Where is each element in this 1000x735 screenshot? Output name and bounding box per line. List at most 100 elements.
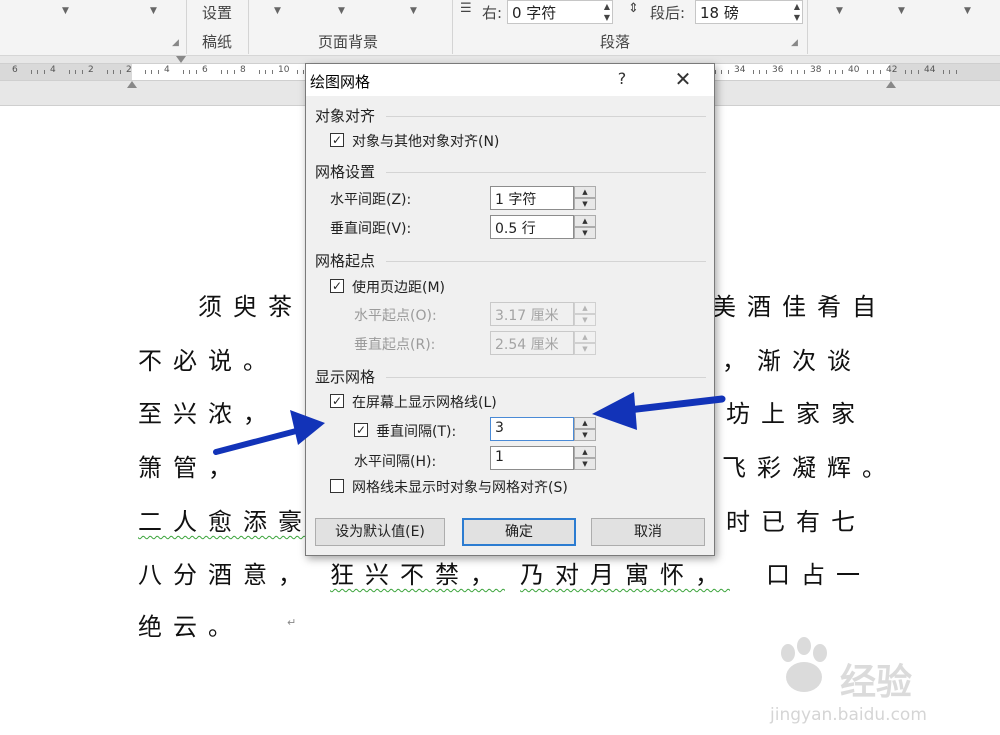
spin-up-icon[interactable]: ▲ bbox=[574, 331, 596, 343]
ruler-tick-mark bbox=[765, 70, 767, 74]
horizontal-origin-input[interactable]: 3.17 厘米 bbox=[490, 302, 574, 326]
dropdown-arrow-icon[interactable]: ▼ bbox=[150, 6, 157, 16]
ruler-tick-mark bbox=[144, 70, 146, 74]
spin-up-icon[interactable]: ▲ bbox=[574, 302, 596, 314]
ruler-tick-mark bbox=[119, 70, 121, 74]
dropdown-arrow-icon[interactable]: ▼ bbox=[62, 6, 69, 16]
spin-down-icon[interactable]: ▼ bbox=[574, 198, 596, 210]
ruler-tick-label: 4 bbox=[164, 65, 170, 75]
dropdown-arrow-icon[interactable]: ▼ bbox=[836, 6, 843, 16]
ruler-tick-mark bbox=[189, 70, 190, 74]
dropdown-arrow-icon[interactable]: ▼ bbox=[274, 6, 281, 16]
help-button[interactable]: ? bbox=[612, 69, 632, 88]
set-default-button[interactable]: 设为默认值(E) bbox=[315, 518, 445, 546]
horizontal-every-input[interactable]: 1 bbox=[490, 446, 574, 470]
show-gridlines-label: 在屏幕上显示网格线(L) bbox=[352, 395, 497, 411]
ribbon-separator bbox=[807, 0, 808, 54]
snap-when-hidden-checkbox[interactable] bbox=[330, 479, 344, 493]
vertical-every-input[interactable]: 3 bbox=[490, 417, 574, 441]
doc-line-2-right: ，渐次谈 bbox=[722, 347, 862, 375]
group-launcher-icon[interactable]: ◢ bbox=[172, 38, 179, 48]
snap-to-objects-checkbox[interactable]: ✓ bbox=[330, 133, 344, 147]
close-icon[interactable]: ✕ bbox=[672, 67, 694, 91]
vertical-spacing-label: 垂直间距(V): bbox=[330, 221, 412, 237]
indent-right-label: 右: bbox=[482, 4, 503, 22]
horizontal-origin-spinner[interactable]: ▲ ▼ bbox=[574, 302, 596, 326]
first-line-indent-marker-icon[interactable] bbox=[176, 56, 186, 63]
doc-line-5-left: 二人愈添豪 bbox=[138, 508, 313, 536]
spacing-after-field[interactable]: 18 磅 ▲ ▼ bbox=[695, 0, 803, 24]
ruler-tick-label: 6 bbox=[202, 65, 208, 75]
spin-down-icon[interactable]: ▼ bbox=[574, 429, 596, 441]
ruler-right-margin bbox=[890, 64, 1000, 80]
ruler-tick-label: 10 bbox=[278, 65, 290, 75]
ruler-tick-label: 2 bbox=[88, 65, 94, 75]
spin-buttons-icon[interactable]: ▲ ▼ bbox=[794, 1, 800, 23]
ruler-tick-mark bbox=[265, 70, 266, 74]
ribbon-separator bbox=[452, 0, 453, 54]
paw-logo-icon bbox=[781, 637, 827, 692]
vertical-origin-label: 垂直起点(R): bbox=[354, 337, 436, 353]
indent-right-field[interactable]: 0 字符 ▲ ▼ bbox=[507, 0, 613, 24]
drawing-grid-dialog: 绘图网格 ? ✕ 对象对齐 ✓ 对象与其他对象对齐(N) 网格设置 水平间距(Z… bbox=[305, 63, 715, 556]
vertical-origin-input[interactable]: 2.54 厘米 bbox=[490, 331, 574, 355]
ruler-tick-label: 44 bbox=[924, 65, 936, 75]
ruler-tick-mark bbox=[195, 70, 197, 74]
horizontal-spacing-spinner[interactable]: ▲ ▼ bbox=[574, 186, 596, 210]
horizontal-every-spinner[interactable]: ▲ ▼ bbox=[574, 446, 596, 470]
vertical-every-spinner[interactable]: ▲ ▼ bbox=[574, 417, 596, 441]
horizontal-spacing-input[interactable]: 1 字符 bbox=[490, 186, 574, 210]
left-indent-marker-icon[interactable] bbox=[127, 81, 137, 88]
section-divider bbox=[386, 116, 706, 117]
draft-setup-button[interactable]: 设置 bbox=[202, 2, 232, 23]
dropdown-arrow-icon[interactable]: ▼ bbox=[898, 6, 905, 16]
paragraph-group-label: 段落 bbox=[600, 33, 631, 51]
ruler-tick-label: 2 bbox=[126, 65, 132, 75]
spin-buttons-icon[interactable]: ▲ ▼ bbox=[604, 1, 610, 23]
doc-line-5-right: 时已有七 bbox=[726, 508, 866, 536]
dropdown-arrow-icon[interactable]: ▼ bbox=[338, 6, 345, 16]
spin-up-icon[interactable]: ▲ bbox=[574, 186, 596, 198]
spin-up-icon[interactable]: ▲ bbox=[574, 417, 596, 429]
draft-group-label: 稿纸 bbox=[202, 33, 233, 51]
spin-down-icon[interactable]: ▼ bbox=[574, 458, 596, 470]
dropdown-arrow-icon[interactable]: ▼ bbox=[410, 6, 417, 16]
ruler-tick-mark bbox=[797, 70, 798, 74]
ruler-tick-mark bbox=[727, 70, 729, 74]
ruler-tick-mark bbox=[68, 70, 70, 74]
dropdown-arrow-icon[interactable]: ▼ bbox=[964, 6, 971, 16]
spin-up-icon[interactable]: ▲ bbox=[574, 446, 596, 458]
show-gridlines-checkbox[interactable]: ✓ bbox=[330, 394, 344, 408]
use-margins-checkbox[interactable]: ✓ bbox=[330, 279, 344, 293]
ruler-tick-mark bbox=[803, 70, 805, 74]
right-indent-marker-icon[interactable] bbox=[886, 81, 896, 88]
vertical-every-label: 垂直间隔(T): bbox=[376, 424, 457, 440]
doc-line-4-left: 箫管， bbox=[138, 454, 243, 482]
group-launcher-icon[interactable]: ◢ bbox=[791, 38, 798, 48]
doc-line-4-right: 飞彩凝辉。 bbox=[722, 454, 897, 482]
vertical-origin-spinner[interactable]: ▲ ▼ bbox=[574, 331, 596, 355]
page-background-group-label: 页面背景 bbox=[318, 33, 379, 51]
ruler-tick-mark bbox=[157, 70, 159, 74]
vertical-spacing-input[interactable]: 0.5 行 bbox=[490, 215, 574, 239]
spin-down-icon[interactable]: ▼ bbox=[574, 227, 596, 239]
baidu-jingyan-watermark: 经验 jingyan.baidu.com bbox=[770, 635, 990, 735]
doc-line-6-right: 口占一 bbox=[766, 561, 871, 589]
spin-down-icon[interactable]: ▼ bbox=[574, 343, 596, 355]
dialog-titlebar[interactable]: 绘图网格 ? ✕ bbox=[306, 64, 714, 96]
cancel-button[interactable]: 取消 bbox=[591, 518, 705, 546]
ruler-tick-mark bbox=[75, 70, 76, 74]
ok-button[interactable]: 确定 bbox=[462, 518, 576, 546]
snap-to-objects-label: 对象与其他对象对齐(N) bbox=[352, 134, 500, 150]
vertical-spacing-spinner[interactable]: ▲ ▼ bbox=[574, 215, 596, 239]
ruler-tick-mark bbox=[790, 70, 792, 74]
section-header-grid-settings: 网格设置 bbox=[315, 163, 376, 181]
indent-right-icon: ☰ bbox=[460, 1, 472, 16]
ruler-tick-mark bbox=[942, 70, 944, 74]
vertical-every-checkbox[interactable]: ✓ bbox=[354, 423, 368, 437]
horizontal-spacing-label: 水平间距(Z): bbox=[330, 192, 412, 208]
spin-up-icon[interactable]: ▲ bbox=[574, 215, 596, 227]
horizontal-every-label: 水平间隔(H): bbox=[354, 454, 437, 470]
ruler-tick-mark bbox=[37, 70, 38, 74]
spin-down-icon[interactable]: ▼ bbox=[574, 314, 596, 326]
